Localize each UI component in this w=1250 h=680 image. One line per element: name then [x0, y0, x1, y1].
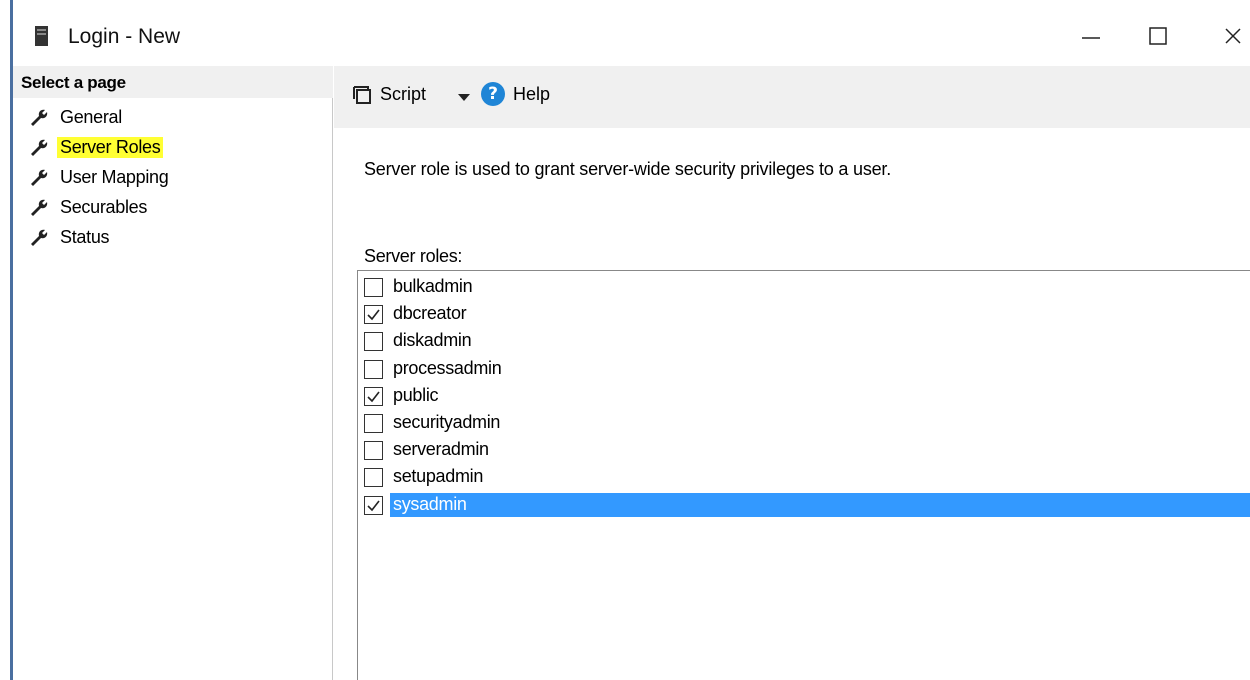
role-name: diskadmin [393, 330, 472, 351]
script-dropdown-arrow-icon[interactable] [458, 94, 470, 101]
wrench-icon [31, 139, 48, 156]
role-name: setupadmin [393, 466, 484, 487]
help-button[interactable]: ? Help [481, 82, 550, 106]
nav-item-label: General [60, 107, 122, 127]
checkbox-checked[interactable] [364, 495, 383, 515]
page-description: Server role is used to grant server-wide… [364, 159, 892, 179]
nav-item-label: Securables [60, 197, 148, 217]
toolbar: Script ? Help [334, 66, 1250, 128]
checkmark-icon [367, 309, 380, 321]
nav-item-label: User Mapping [60, 167, 169, 187]
maximize-icon [1149, 27, 1167, 45]
role-row-serveradmin[interactable]: serveradmin [358, 436, 1250, 463]
nav-item-user-mapping[interactable]: User Mapping [13, 162, 333, 192]
role-row-dbcreator[interactable]: dbcreator [358, 300, 1250, 327]
role-row-bulkadmin[interactable]: bulkadmin [358, 273, 1250, 300]
select-page-title: Select a page [21, 73, 126, 92]
role-name: securityadmin [393, 412, 501, 432]
role-row-public[interactable]: public [358, 382, 1250, 409]
page-selector-panel: Select a page General Server Roles User … [13, 66, 333, 680]
server-roles-label: Server roles: [364, 246, 463, 266]
script-label: Script [380, 84, 427, 104]
title-bar: Login - New [13, 0, 1250, 66]
nav-item-label: Status [60, 227, 110, 247]
nav-item-general[interactable]: General [13, 102, 333, 132]
role-row-setupadmin[interactable]: setupadmin [358, 463, 1250, 490]
role-row-diskadmin[interactable]: diskadmin [358, 327, 1250, 354]
nav-item-server-roles[interactable]: Server Roles [13, 132, 333, 162]
script-button[interactable]: Script [352, 84, 426, 105]
help-icon: ? [481, 82, 505, 106]
script-icon [353, 85, 371, 104]
minimize-icon [1082, 37, 1100, 39]
role-row-processadmin[interactable]: processadmin [358, 355, 1250, 382]
checkbox-checked[interactable] [364, 386, 383, 406]
role-name: serveradmin [393, 439, 489, 460]
server-icon [35, 26, 48, 46]
close-button[interactable] [1213, 18, 1250, 54]
role-name: sysadmin [390, 492, 1250, 517]
checkbox-unchecked[interactable] [364, 441, 383, 461]
checkbox-unchecked[interactable] [364, 278, 383, 297]
role-name: public [393, 384, 439, 405]
role-row-securityadmin[interactable]: securityadmin [358, 409, 1250, 436]
checkbox-unchecked[interactable] [364, 332, 383, 352]
wrench-icon [31, 109, 48, 126]
role-row-sysadmin[interactable]: sysadmin [358, 491, 1250, 518]
close-icon [1225, 28, 1241, 44]
checkbox-unchecked[interactable] [364, 359, 383, 379]
server-roles-page: Server role is used to grant server-wide… [334, 128, 1250, 680]
nav-item-label: Server Roles [57, 137, 164, 158]
select-page-header: Select a page [13, 66, 333, 98]
wrench-icon [31, 199, 48, 216]
role-name: processadmin [393, 357, 502, 378]
role-name: dbcreator [393, 303, 467, 324]
role-name: bulkadmin [393, 276, 473, 296]
maximize-button[interactable] [1138, 18, 1178, 54]
server-roles-list: bulkadmin dbcreator diskadmin processadmin p… [357, 270, 1250, 680]
minimize-button[interactable] [1071, 18, 1111, 54]
nav-item-securables[interactable]: Securables [13, 192, 333, 222]
checkbox-checked[interactable] [364, 305, 383, 325]
help-label: Help [513, 83, 551, 104]
nav-item-status[interactable]: Status [13, 222, 333, 252]
checkmark-icon [367, 500, 380, 511]
checkbox-unchecked[interactable] [364, 414, 383, 433]
wrench-icon [31, 169, 48, 186]
window-title: Login - New [68, 25, 181, 48]
checkbox-unchecked[interactable] [364, 468, 383, 488]
checkmark-icon [367, 391, 380, 403]
page-list: General Server Roles User Mapping Secura… [13, 102, 333, 252]
wrench-icon [31, 229, 48, 246]
